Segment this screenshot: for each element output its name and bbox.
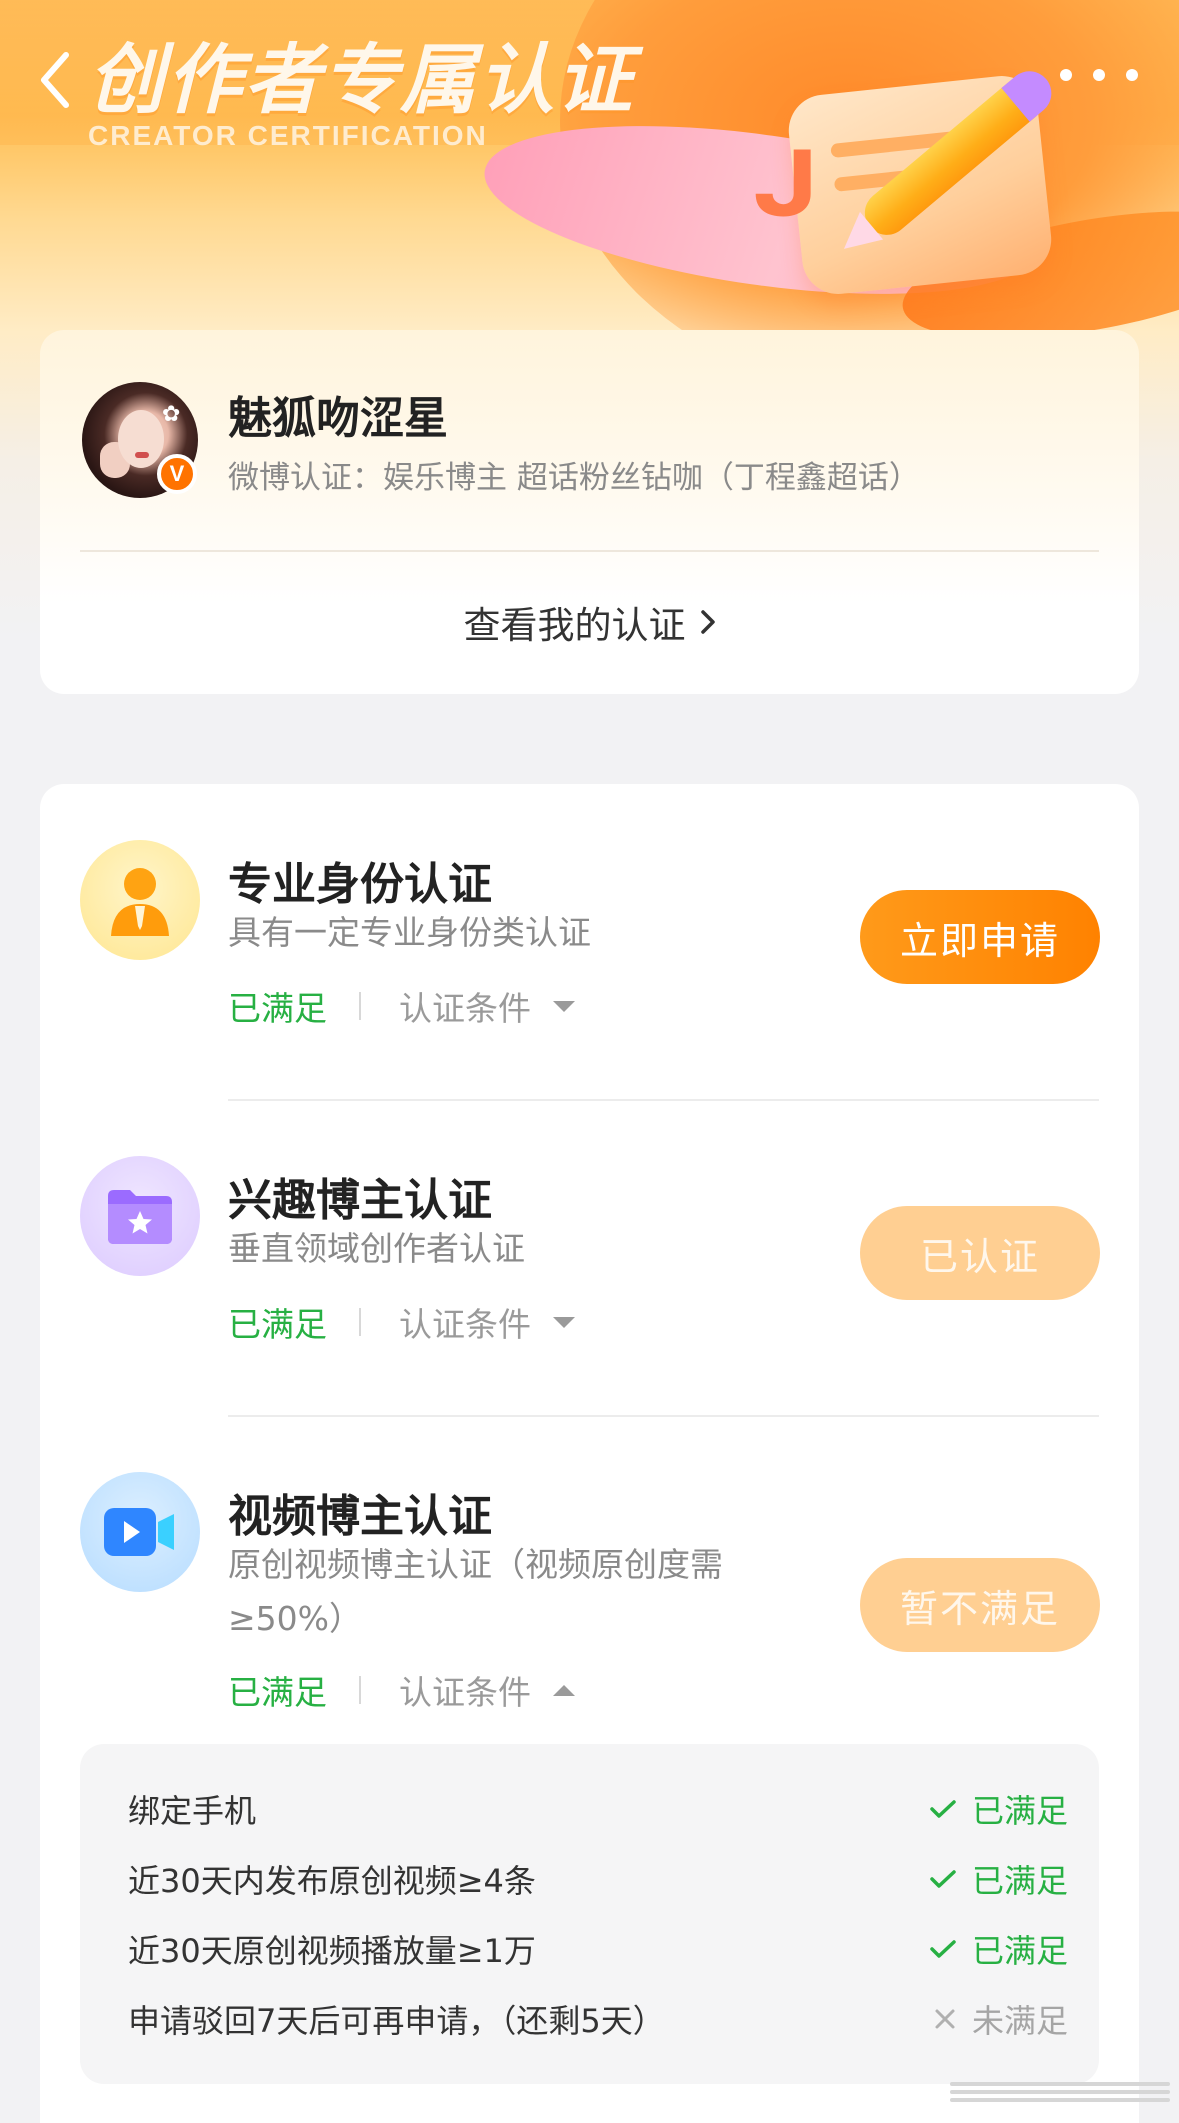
cross-icon	[935, 2009, 955, 2029]
certification-description: 具有一定专业身份类认证	[228, 913, 591, 952]
chevron-right-icon	[700, 610, 715, 634]
separator	[359, 992, 361, 1020]
verified-badge-icon: V	[157, 454, 197, 494]
conditions-toggle[interactable]: 认证条件	[399, 1666, 531, 1714]
condition-result-label: 已满足	[971, 1862, 1068, 1900]
certification-status-row: 已满足 认证条件	[228, 982, 575, 1030]
person-badge-icon	[80, 840, 200, 960]
divider	[228, 1099, 1099, 1101]
condition-row: 绑定手机 已满足	[128, 1784, 1068, 1834]
status-met-label: 已满足	[228, 1673, 327, 1712]
condition-result-label: 未满足	[971, 2002, 1068, 2040]
view-my-certification-label: 查看我的认证	[463, 604, 686, 647]
page-subtitle: CREATOR CERTIFICATION	[88, 120, 488, 151]
caret-up-icon[interactable]	[553, 1684, 575, 1696]
conditions-toggle[interactable]: 认证条件	[399, 982, 531, 1030]
condition-result: 已满足	[930, 1926, 1068, 1972]
separator	[359, 1676, 361, 1704]
conditions-panel: 绑定手机 已满足 近30天内发布原创视频≥4条 已满足 近30天原创视频播放量≥…	[80, 1744, 1099, 2084]
user-certification: 微博认证：娱乐博主 超话粉丝钻咖（丁程鑫超话）	[228, 460, 920, 496]
apply-now-button[interactable]: 立即申请	[860, 890, 1100, 984]
certification-title: 专业身份认证	[228, 859, 492, 910]
certification-status-row: 已满足 认证条件	[228, 1298, 575, 1346]
squiggle-decoration: ᒍ	[752, 132, 819, 237]
certification-status-row: 已满足 认证条件	[228, 1666, 575, 1714]
user-name: 魅狐吻涩星	[228, 393, 448, 444]
certification-description: 原创视频博主认证（视频原创度需≥50%）	[228, 1545, 723, 1638]
condition-result-label: 已满足	[971, 1792, 1068, 1830]
not-eligible-button[interactable]: 暂不满足	[860, 1558, 1100, 1652]
condition-label: 近30天内发布原创视频≥4条	[128, 1862, 536, 1900]
conditions-toggle[interactable]: 认证条件	[399, 1298, 531, 1346]
divider	[80, 550, 1099, 552]
page-title: 创作者专属认证	[88, 35, 634, 124]
condition-label: 近30天原创视频播放量≥1万	[128, 1932, 536, 1970]
condition-row: 申请驳回7天后可再申请，（还剩5天） 未满足	[128, 1994, 1068, 2044]
check-icon	[930, 1940, 956, 1958]
more-options-icon[interactable]	[1060, 60, 1138, 90]
watermark-lines	[950, 2082, 1170, 2108]
condition-result: 未满足	[934, 1996, 1068, 2042]
profile-card: ✿ V 魅狐吻涩星 微博认证：娱乐博主 超话粉丝钻咖（丁程鑫超话） 查看我的认证	[40, 330, 1139, 694]
status-met-label: 已满足	[228, 1305, 327, 1344]
certified-button[interactable]: 已认证	[860, 1206, 1100, 1300]
condition-result-label: 已满足	[971, 1932, 1068, 1970]
condition-label: 绑定手机	[128, 1792, 257, 1830]
check-icon	[930, 1800, 956, 1818]
condition-label: 申请驳回7天后可再申请，（还剩5天）	[128, 2002, 665, 2040]
certification-description: 垂直领域创作者认证	[228, 1229, 525, 1268]
folder-star-icon	[80, 1156, 200, 1276]
divider	[228, 1415, 1099, 1417]
certification-title: 视频博主认证	[228, 1491, 492, 1542]
condition-result: 已满足	[930, 1856, 1068, 1902]
condition-result: 已满足	[930, 1786, 1068, 1832]
status-met-label: 已满足	[228, 989, 327, 1028]
certification-title: 兴趣博主认证	[228, 1175, 492, 1226]
condition-row: 近30天原创视频播放量≥1万 已满足	[128, 1924, 1068, 1974]
video-camera-icon	[80, 1472, 200, 1592]
caret-down-icon[interactable]	[553, 1000, 575, 1012]
check-icon	[930, 1870, 956, 1888]
condition-row: 近30天内发布原创视频≥4条 已满足	[128, 1854, 1068, 1904]
separator	[359, 1308, 361, 1336]
caret-down-icon[interactable]	[553, 1316, 575, 1328]
view-my-certification-link[interactable]: 查看我的认证	[40, 592, 1139, 652]
back-icon[interactable]	[30, 50, 80, 110]
certification-list: 专业身份认证 具有一定专业身份类认证 已满足 认证条件 立即申请 兴趣博主认证 …	[40, 784, 1139, 2123]
